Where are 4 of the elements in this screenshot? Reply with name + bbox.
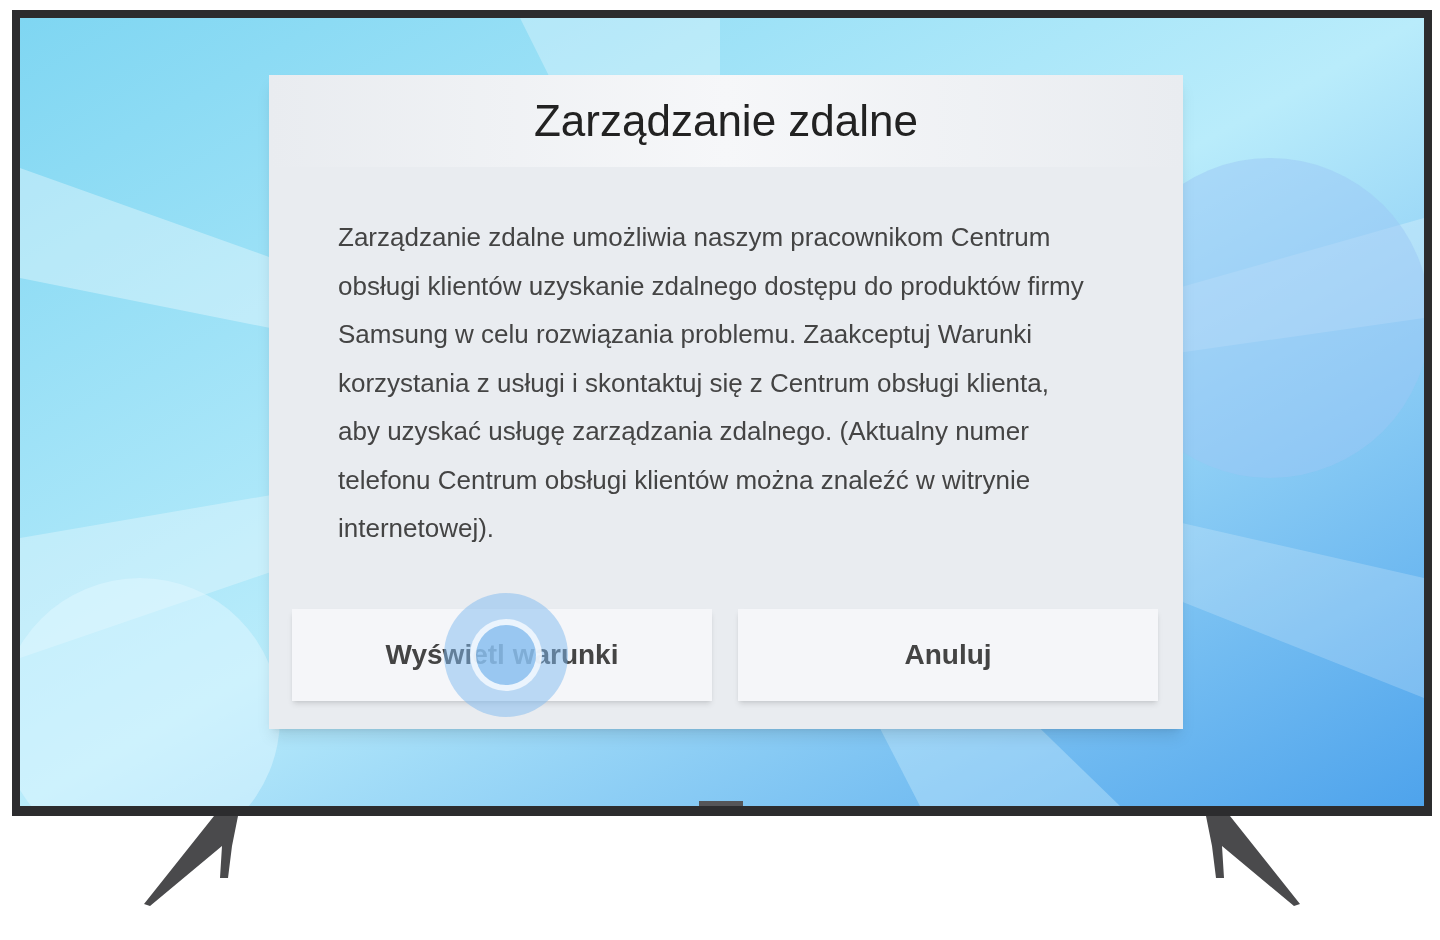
dialog-button[interactable]: Anuluj: [738, 609, 1158, 701]
dialog-title: Zarządzanie zdalne: [534, 95, 918, 147]
logo-badge: [699, 801, 743, 806]
dialog-message: Zarządzanie zdalne umożliwia naszym pracownikom Centrum obsługi klientów uzyskanie zdalnego dostępu do produktów firmy Samsung w celu rozwiązania problemu. Zaakceptuj Warunki korzystania z usługi i skontaktuj się z Centrum obsługi klienta, aby uzyskać usługę zarządzania zdalnego. (Aktualny numer telefonu Centrum obsługi klientów można znaleźć w witrynie internetowej).: [338, 221, 1085, 545]
